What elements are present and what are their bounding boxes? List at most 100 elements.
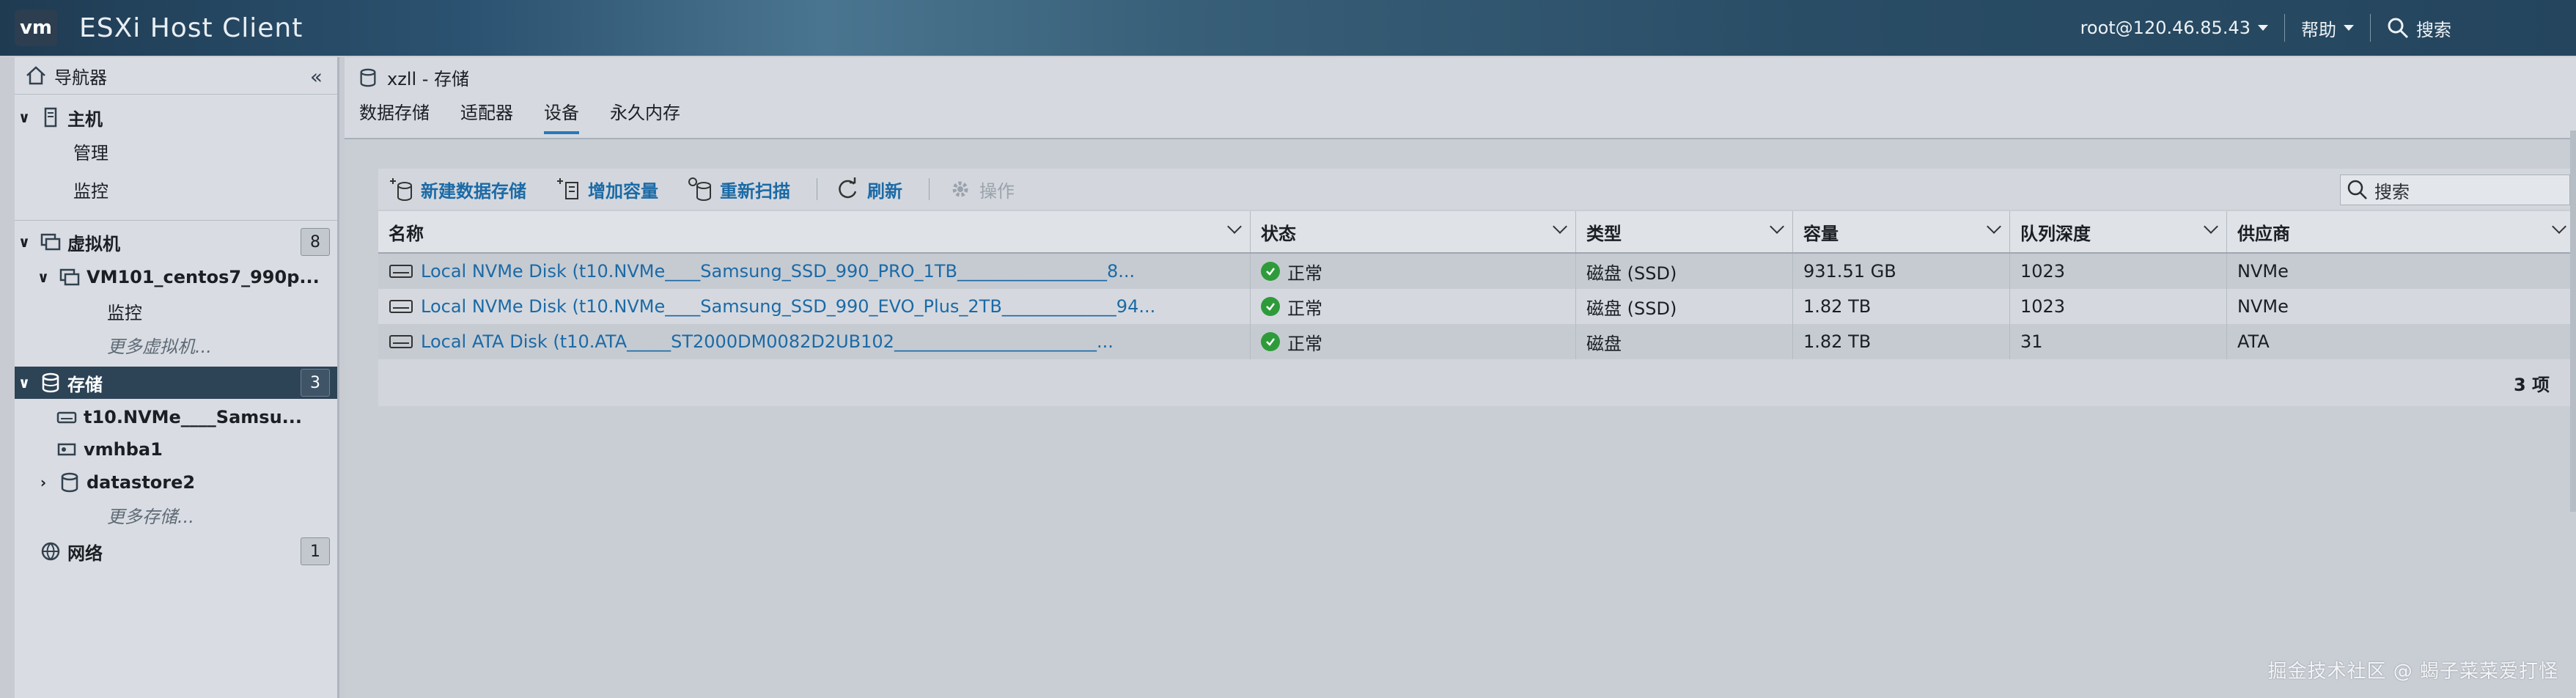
vertical-scrollbar[interactable]: [2570, 131, 2576, 512]
help-label: 帮助: [2301, 19, 2336, 40]
capacity-cell: 931.51 GB: [1793, 254, 2010, 289]
vendor-cell: NVMe: [2237, 296, 2289, 317]
chevron-down-icon[interactable]: [2204, 219, 2218, 234]
chevron-down-icon[interactable]: [1227, 219, 1242, 234]
column-header-queue-depth[interactable]: 队列深度: [2010, 211, 2227, 252]
status-text: 正常: [1287, 298, 1322, 319]
column-label: 供应商: [2237, 223, 2290, 244]
top-header: vm ESXi Host Client root@120.46.85.43 帮助…: [0, 0, 2576, 56]
device-name-link[interactable]: Local NVMe Disk (t10.NVMe____Samsung_SSD…: [378, 254, 1251, 289]
nav-item-manage[interactable]: 管理: [15, 136, 337, 166]
table-row[interactable]: Local NVMe Disk (t10.NVMe____Samsung_SSD…: [378, 254, 2575, 289]
navigator-sidebar: 导航器 « ∨ 主机 管理 监控 ∨ 虚拟机 8 ∨ VM101_centos7…: [15, 57, 339, 698]
tab-adapters[interactable]: 适配器: [460, 98, 513, 134]
chevron-down-icon[interactable]: [1987, 219, 2001, 234]
column-header-type[interactable]: 类型: [1576, 211, 1793, 252]
nav-label-vm: VM101_centos7_990p...: [87, 267, 320, 287]
capacity-cell: 1.82 TB: [1793, 289, 2010, 324]
status-cell: 正常: [1251, 254, 1576, 289]
vm-icon: [59, 268, 80, 286]
table-row[interactable]: Local ATA Disk (t10.ATA_____ST2000DM0082…: [378, 324, 2575, 359]
nav-label-host: 主机: [67, 109, 103, 130]
chevron-right-icon[interactable]: ›: [34, 474, 53, 491]
tab-datastores[interactable]: 数据存储: [359, 98, 430, 134]
tab-persistent-memory[interactable]: 永久内存: [610, 98, 680, 134]
app-title: ESXi Host Client: [79, 12, 303, 43]
nav-item-network[interactable]: 网络 1: [15, 534, 337, 569]
actions-label: 操作: [979, 180, 1015, 202]
new-datastore-button[interactable]: 新建数据存储: [389, 177, 526, 202]
nav-item-more-vms[interactable]: 更多虚拟机...: [15, 330, 337, 359]
chevron-down-icon[interactable]: ∨: [15, 109, 34, 126]
watermark: 掘金技术社区 @ 蝎子菜菜爱打怪: [2267, 661, 2558, 683]
devices-panel: 新建数据存储 增加容量 重新扫描 刷新 操作 搜索 名称 状态 类型 容量 队列…: [378, 169, 2575, 469]
nav-label-datastore: datastore2: [87, 472, 196, 493]
nav-item-host-monitor[interactable]: 监控: [15, 174, 337, 204]
column-header-vendor[interactable]: 供应商: [2227, 211, 2575, 252]
content-header: xzll - 存储 数据存储 适配器 设备 永久内存: [345, 57, 2576, 139]
devices-table: 名称 状态 类型 容量 队列深度 供应商 Local NVMe Disk (t1…: [378, 211, 2575, 406]
column-header-name[interactable]: 名称: [378, 211, 1251, 252]
navigator-title: 导航器: [54, 67, 107, 88]
chevron-down-icon[interactable]: ∨: [15, 374, 34, 392]
disk-icon: [389, 335, 413, 348]
actions-button[interactable]: 操作: [947, 177, 1015, 202]
datastore-icon: [61, 472, 78, 493]
column-label: 容量: [1803, 223, 1839, 244]
increase-capacity-button[interactable]: 增加容量: [556, 177, 658, 202]
chevron-down-icon[interactable]: [2552, 219, 2566, 234]
storage-count-badge: 3: [301, 369, 330, 397]
nav-item-datastore[interactable]: › datastore2: [15, 466, 337, 499]
chevron-down-icon[interactable]: [1553, 219, 1567, 234]
nav-label-storage-device: t10.NVMe____Samsu...: [84, 407, 303, 427]
nav-item-more-storage[interactable]: 更多存储...: [15, 500, 337, 529]
table-search-input[interactable]: 搜索: [2340, 174, 2570, 205]
check-circle-icon: [1261, 332, 1280, 351]
rescan-label: 重新扫描: [720, 180, 790, 202]
main-content: xzll - 存储 数据存储 适配器 设备 永久内存 新建数据存储 增加容量 重…: [345, 57, 2576, 698]
device-name: Local ATA Disk (t10.ATA_____ST2000DM0082…: [421, 331, 1114, 352]
tab-devices[interactable]: 设备: [544, 98, 579, 134]
tab-bar: 数据存储 适配器 设备 永久内存: [359, 98, 711, 134]
nav-item-adapter[interactable]: vmhba1: [15, 434, 337, 465]
collapse-sidebar-icon[interactable]: «: [310, 65, 323, 89]
nav-label-manage: 管理: [73, 142, 108, 164]
nav-label-adapter: vmhba1: [84, 439, 163, 460]
header-search-label: 搜索: [2416, 19, 2451, 40]
chevron-down-icon: [2344, 25, 2354, 31]
nav-item-vm-monitor[interactable]: 监控: [15, 296, 337, 326]
chevron-down-icon[interactable]: ∨: [34, 268, 53, 286]
disk-icon: [56, 411, 77, 424]
chevron-down-icon[interactable]: [1770, 219, 1784, 234]
storage-icon: [42, 372, 59, 393]
gear-icon: [952, 181, 968, 197]
nav-label-network: 网络: [67, 543, 103, 564]
check-circle-icon: [1261, 297, 1280, 316]
home-icon: [26, 66, 45, 85]
nav-label-more-vms: 更多虚拟机...: [107, 336, 212, 357]
column-header-status[interactable]: 状态: [1251, 211, 1576, 252]
chevron-down-icon[interactable]: ∨: [15, 233, 34, 251]
rescan-button[interactable]: 重新扫描: [688, 177, 790, 202]
user-menu[interactable]: root@120.46.85.43: [2064, 18, 2284, 38]
device-name: Local NVMe Disk (t10.NVMe____Samsung_SSD…: [421, 296, 1156, 317]
device-name-link[interactable]: Local NVMe Disk (t10.NVMe____Samsung_SSD…: [378, 289, 1251, 324]
nav-item-host[interactable]: ∨ 主机: [15, 103, 337, 132]
table-row[interactable]: Local NVMe Disk (t10.NVMe____Samsung_SSD…: [378, 289, 2575, 324]
refresh-icon: [839, 177, 857, 199]
refresh-label: 刷新: [867, 180, 902, 202]
help-menu[interactable]: 帮助: [2285, 15, 2370, 41]
header-search-button[interactable]: 搜索: [2371, 15, 2576, 41]
device-name-link[interactable]: Local ATA Disk (t10.ATA_____ST2000DM0082…: [378, 324, 1251, 359]
nav-item-storage[interactable]: ∨ 存储 3: [15, 367, 337, 399]
toolbar-divider: [929, 178, 930, 200]
queue-depth-cell: 1023: [2010, 254, 2227, 289]
vendor-cell: NVMe: [2237, 261, 2289, 282]
status-text: 正常: [1287, 333, 1322, 354]
column-header-capacity[interactable]: 容量: [1793, 211, 2010, 252]
nav-item-vms[interactable]: ∨ 虚拟机 8: [15, 226, 337, 258]
refresh-button[interactable]: 刷新: [835, 177, 902, 202]
nav-item-vm[interactable]: ∨ VM101_centos7_990p...: [15, 261, 337, 293]
nav-item-storage-device[interactable]: t10.NVMe____Samsu...: [15, 402, 337, 433]
page-title: xzll - 存储: [387, 69, 470, 89]
